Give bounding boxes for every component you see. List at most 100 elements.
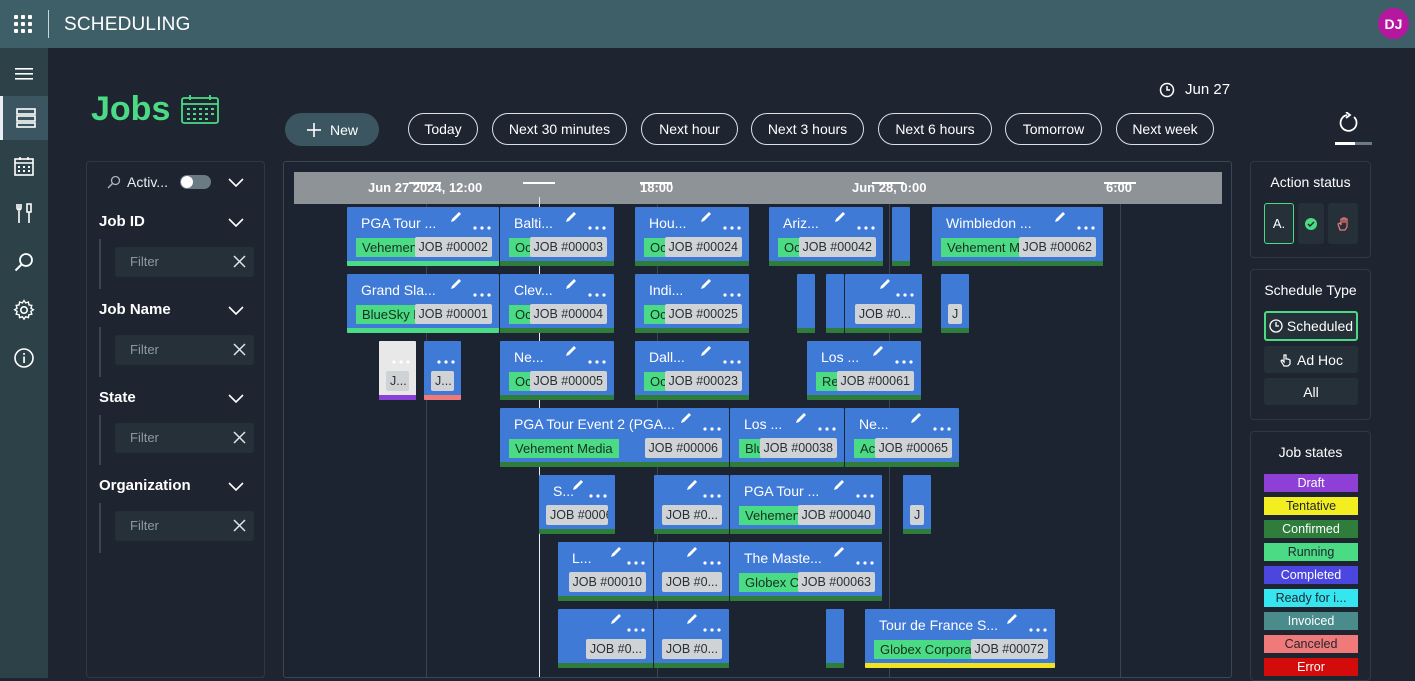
more-icon[interactable] [473, 217, 491, 235]
chevron-down-icon[interactable] [228, 390, 244, 411]
more-icon[interactable] [1077, 217, 1095, 235]
state-chip[interactable]: Confirmed [1264, 520, 1358, 538]
job-block[interactable]: JOB #0... [558, 609, 653, 668]
job-block[interactable]: PGA Tour ... Vehemen JOB #00002 [347, 207, 499, 266]
edit-icon[interactable] [878, 277, 892, 296]
refresh-icon[interactable] [1337, 111, 1359, 139]
edit-icon[interactable] [685, 545, 699, 564]
more-icon[interactable] [818, 418, 836, 436]
gear-icon[interactable] [0, 288, 48, 332]
edit-icon[interactable] [871, 344, 885, 363]
job-block[interactable]: Balti... Oc JOB #00003 [500, 207, 614, 266]
state-chip[interactable]: Ready for i... [1264, 589, 1358, 607]
edit-icon[interactable] [833, 210, 847, 229]
job-block[interactable]: Hou... Oc JOB #00024 [635, 207, 749, 266]
more-icon[interactable] [703, 485, 721, 503]
more-icon[interactable] [723, 284, 741, 302]
job-block[interactable]: J [903, 475, 931, 534]
more-icon[interactable] [896, 284, 914, 302]
info-icon[interactable] [0, 336, 48, 380]
edit-icon[interactable] [679, 411, 693, 430]
job-block[interactable] [826, 609, 844, 668]
range-hour-button[interactable]: Next hour [641, 113, 738, 145]
edit-icon[interactable] [564, 344, 578, 363]
more-icon[interactable] [392, 351, 410, 369]
more-icon[interactable] [437, 351, 455, 369]
more-icon[interactable] [856, 485, 874, 503]
range-tomorrow-button[interactable]: Tomorrow [1005, 113, 1102, 145]
job-id-filter-input[interactable]: Filter [115, 247, 254, 277]
chevron-down-icon[interactable] [228, 214, 244, 235]
edit-icon[interactable] [564, 210, 578, 229]
edit-icon[interactable] [699, 210, 713, 229]
more-icon[interactable] [627, 552, 645, 570]
search-icon[interactable] [0, 240, 48, 284]
job-block[interactable]: PGA Tour ... Vehemen JOB #00040 [730, 475, 882, 534]
close-icon[interactable] [233, 255, 246, 268]
range-today-button[interactable]: Today [408, 113, 478, 145]
more-icon[interactable] [588, 351, 606, 369]
job-block[interactable]: S...JOB #00067 [539, 475, 615, 534]
close-icon[interactable] [233, 343, 246, 356]
edit-icon[interactable] [685, 478, 699, 497]
edit-icon[interactable] [609, 545, 623, 564]
tools-icon[interactable] [0, 192, 48, 236]
all-button[interactable]: All [1264, 378, 1358, 405]
job-block[interactable]: Tour de France S... Globex Corporat JOB #0… [865, 609, 1055, 668]
job-block[interactable]: L... JOB #00010 [558, 542, 653, 601]
job-block[interactable]: Ariz... Oc JOB #00042 [769, 207, 883, 266]
more-icon[interactable] [723, 217, 741, 235]
edit-icon[interactable] [909, 411, 923, 430]
state-chip[interactable]: Canceled [1264, 635, 1358, 653]
job-block[interactable]: Los ... Re JOB #00061 [807, 341, 921, 400]
job-block[interactable]: Dall... Oc JOB #00023 [635, 341, 749, 400]
more-icon[interactable] [723, 351, 741, 369]
range-week-button[interactable]: Next week [1116, 113, 1214, 145]
app-launcher-icon[interactable] [14, 15, 32, 33]
more-icon[interactable] [703, 552, 721, 570]
edit-icon[interactable] [1053, 210, 1067, 229]
close-icon[interactable] [233, 431, 246, 444]
action-status-all[interactable]: A. [1264, 203, 1294, 244]
state-chip[interactable]: Draft [1264, 474, 1358, 492]
more-icon[interactable] [703, 418, 721, 436]
chevron-down-icon[interactable] [228, 174, 244, 195]
more-icon[interactable] [588, 284, 606, 302]
more-icon[interactable] [589, 485, 607, 503]
state-filter-input[interactable]: Filter [115, 423, 254, 453]
job-block[interactable]: JOB #0... [654, 609, 729, 668]
job-block[interactable] [892, 207, 910, 266]
chevron-down-icon[interactable] [228, 478, 244, 499]
more-icon[interactable] [473, 284, 491, 302]
scheduled-button[interactable]: Scheduled [1264, 311, 1358, 341]
job-block[interactable]: Clev... Oc JOB #00004 [500, 274, 614, 333]
state-chip[interactable]: Running [1264, 543, 1358, 561]
hand-stop-icon[interactable] [1328, 203, 1358, 244]
chevron-down-icon[interactable] [228, 302, 244, 323]
job-block[interactable]: Grand Sla... BlueSky N JOB #00001 [347, 274, 499, 333]
state-chip[interactable]: Tentative [1264, 497, 1358, 515]
job-block[interactable]: The Maste... Globex C JOB #00063 [730, 542, 882, 601]
more-icon[interactable] [857, 217, 875, 235]
job-block[interactable]: J [941, 274, 969, 333]
more-icon[interactable] [703, 619, 721, 637]
job-block[interactable] [797, 274, 815, 333]
edit-icon[interactable] [832, 545, 846, 564]
avatar[interactable]: DJ [1378, 8, 1409, 39]
more-icon[interactable] [856, 552, 874, 570]
more-icon[interactable] [627, 619, 645, 637]
close-icon[interactable] [233, 519, 246, 532]
job-block[interactable] [826, 274, 844, 333]
check-icon[interactable] [1298, 203, 1324, 244]
job-block[interactable]: Wimbledon ... Vehement M JOB #00062 [932, 207, 1103, 266]
job-block[interactable]: JOB #0... [654, 475, 729, 534]
job-block[interactable]: JOB #0... [845, 274, 922, 333]
job-name-filter-input[interactable]: Filter [115, 335, 254, 365]
job-block[interactable]: J... [424, 341, 461, 400]
edit-icon[interactable] [794, 411, 808, 430]
menu-icon[interactable] [0, 52, 48, 96]
more-icon[interactable] [588, 217, 606, 235]
job-block[interactable]: J... [379, 341, 416, 400]
state-chip[interactable]: Invoiced [1264, 612, 1358, 630]
edit-icon[interactable] [609, 612, 623, 631]
